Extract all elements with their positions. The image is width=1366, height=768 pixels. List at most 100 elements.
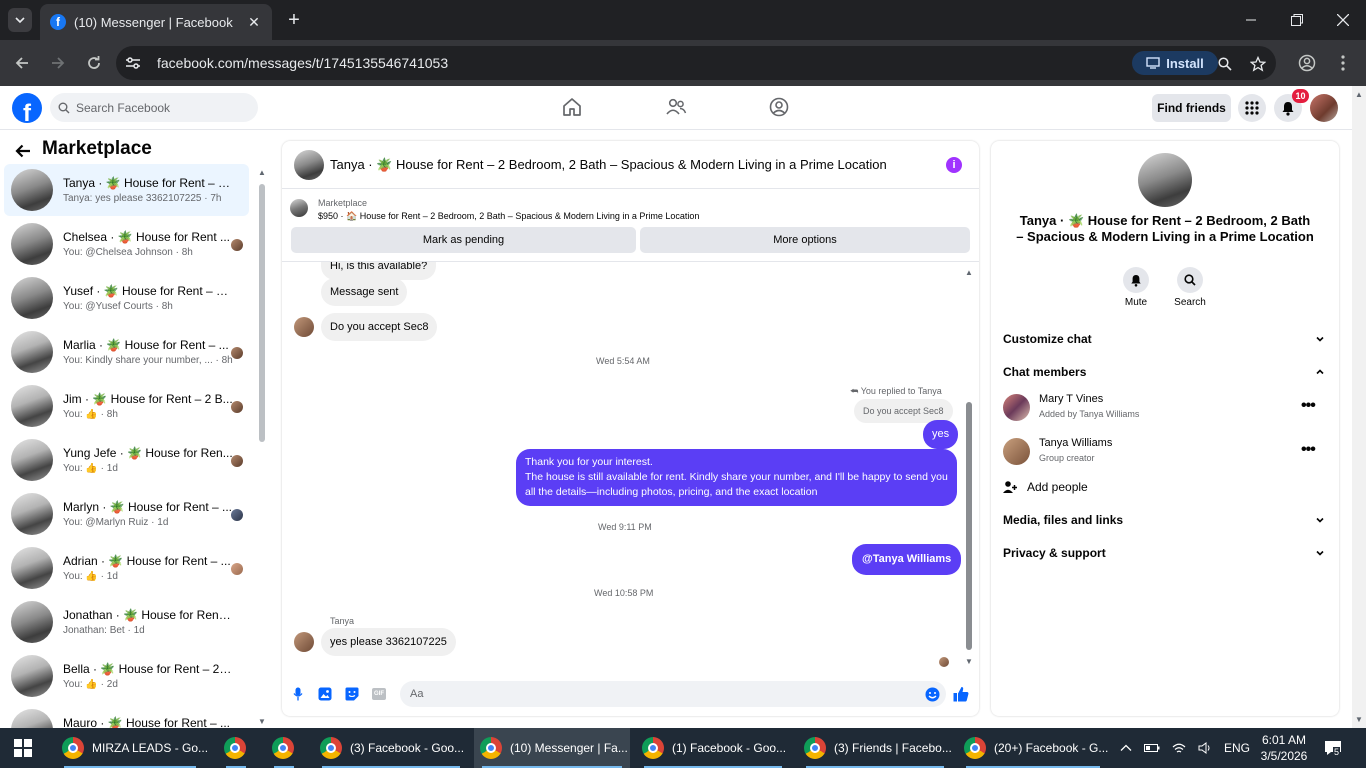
conversation-thumbnail — [11, 601, 53, 643]
conversation-item-chelsea[interactable]: Chelsea · 🪴 House for Rent ... You: @Che… — [4, 218, 249, 270]
input-language[interactable]: ENG — [1224, 741, 1250, 755]
windows-start-icon[interactable] — [14, 739, 32, 757]
message-bubble[interactable]: Do you accept Sec8 — [321, 313, 438, 341]
taskbar-item-label: (10) Messenger | Fa... — [510, 741, 628, 755]
facebook-header: f Search Facebook Find friends 10 — [0, 86, 1352, 130]
taskbar-chrome-window[interactable]: (20+) Facebook - G... — [958, 728, 1108, 768]
chat-members-label: Chat members — [1003, 365, 1087, 379]
conversation-item-bella[interactable]: Bella · 🪴 House for Rent – 2 Be... You: … — [4, 650, 249, 702]
window-close-icon[interactable] — [1320, 0, 1366, 40]
sender-avatar[interactable] — [294, 632, 314, 652]
restore-icon[interactable] — [1274, 0, 1320, 40]
chat-members-row[interactable]: Chat members — [1003, 362, 1325, 382]
mention-message-bubble[interactable]: @Tanya Williams — [852, 544, 962, 575]
taskbar-chrome-window[interactable] — [218, 728, 254, 768]
address-bar[interactable]: facebook.com/messages/t/1745135546741053… — [116, 46, 1276, 80]
chat-member-tanya[interactable]: Tanya Williams Group creator ••• — [1003, 435, 1325, 469]
conversation-list-scrollbar[interactable]: ▲ ▼ — [258, 166, 266, 726]
conversation-item-tanya[interactable]: Tanya · 🪴 House for Rent – 2 B... Tanya:… — [4, 164, 249, 216]
sticker-icon[interactable] — [344, 686, 360, 702]
zoom-search-icon[interactable] — [1216, 55, 1234, 73]
bookmark-star-icon[interactable] — [1249, 55, 1267, 73]
conversation-item-marlia[interactable]: Marlia · 🪴 House for Rent – ... You: Kin… — [4, 326, 249, 378]
conversation-item-yusef[interactable]: Yusef · 🪴 House for Rent – 2 B... You: @… — [4, 272, 249, 324]
battery-icon[interactable] — [1144, 743, 1160, 753]
chat-title[interactable]: Tanya · 🪴 House for Rent – 2 Bedroom, 2 … — [330, 157, 887, 173]
friends-icon[interactable] — [665, 96, 687, 118]
conversation-item-yung-jefe[interactable]: Yung Jefe · 🪴 House for Ren... You: 👍 · … — [4, 434, 249, 486]
conversation-item-jonathan[interactable]: Jonathan · 🪴 House for Rent – ... Jonath… — [4, 596, 249, 648]
taskbar-chrome-window[interactable]: (3) Friends | Facebo... — [798, 728, 952, 768]
message-input[interactable]: Aa — [400, 681, 946, 707]
more-options-icon[interactable]: ••• — [1301, 441, 1316, 459]
minimize-icon[interactable] — [1228, 0, 1274, 40]
clock[interactable]: 6:01 AM 3/5/2026 — [1256, 728, 1312, 768]
conversation-item-adrian[interactable]: Adrian · 🪴 House for Rent – ... You: 👍 ·… — [4, 542, 249, 594]
media-files-links-row[interactable]: Media, files and links — [1003, 510, 1325, 530]
taskbar-chrome-window[interactable]: (3) Facebook - Goo... — [314, 728, 468, 768]
back-arrow-icon[interactable] — [10, 51, 34, 75]
taskbar-chrome-window-active[interactable]: (10) Messenger | Fa... — [474, 728, 630, 768]
my-message-bubble[interactable]: Thank you for your interest. The house i… — [516, 449, 957, 506]
chat-member-mary[interactable]: Mary T Vines Added by Tanya Williams ••• — [1003, 391, 1325, 425]
profile-account-icon[interactable] — [1295, 51, 1319, 75]
thumbs-up-send-icon[interactable] — [953, 686, 969, 702]
conversation-item-marlyn[interactable]: Marlyn · 🪴 House for Rent – ... You: @Ma… — [4, 488, 249, 540]
mark-as-pending-button[interactable]: Mark as pending — [291, 227, 636, 253]
add-people-row[interactable]: Add people — [1003, 477, 1325, 497]
chat-thumbnail[interactable] — [294, 150, 324, 180]
volume-icon[interactable] — [1198, 742, 1212, 754]
listing-summary[interactable]: $950 · 🏠 House for Rent – 2 Bedroom, 2 B… — [318, 211, 699, 222]
conversation-item-mauro[interactable]: Mauro · 🪴 House for Rent – ... — [4, 704, 249, 728]
home-icon[interactable] — [561, 96, 583, 118]
emoji-icon[interactable] — [924, 686, 940, 702]
chat-scrollbar[interactable]: ▲ ▼ — [964, 268, 974, 666]
wifi-icon[interactable] — [1172, 742, 1186, 754]
conversation-info-icon[interactable]: i — [946, 157, 962, 173]
site-settings-icon[interactable] — [124, 54, 142, 72]
chat-header: Tanya · 🪴 House for Rent – 2 Bedroom, 2 … — [282, 141, 979, 189]
show-hidden-icons-chevron-icon[interactable] — [1120, 743, 1132, 753]
listing-thumbnail[interactable] — [290, 199, 308, 217]
find-friends-button[interactable]: Find friends — [1152, 94, 1231, 122]
menu-grid-icon[interactable] — [1238, 94, 1266, 122]
back-arrow-icon[interactable] — [14, 142, 32, 160]
taskbar-item-label: (3) Friends | Facebo... — [834, 741, 952, 755]
install-app-button[interactable]: Install — [1132, 51, 1218, 75]
new-tab-icon[interactable]: + — [282, 8, 306, 32]
taskbar-item-label: MIRZA LEADS - Go... — [92, 741, 209, 755]
browser-tab-messenger[interactable]: f (10) Messenger | Facebook ✕ — [40, 4, 272, 40]
conversation-name: Marlyn · 🪴 House for Rent – ... — [63, 500, 232, 514]
conversation-photo[interactable] — [1138, 153, 1192, 207]
account-avatar[interactable] — [1310, 94, 1338, 122]
chrome-icon — [964, 737, 986, 759]
facebook-logo-icon[interactable]: f — [12, 93, 42, 123]
tab-search-dropdown-icon[interactable] — [8, 8, 32, 32]
my-message-bubble[interactable]: yes — [923, 420, 959, 449]
privacy-support-row[interactable]: Privacy & support — [1003, 543, 1325, 563]
gif-icon[interactable]: GIF — [371, 686, 387, 702]
sender-avatar[interactable] — [294, 317, 314, 337]
photo-icon[interactable] — [317, 686, 333, 702]
microphone-icon[interactable] — [290, 686, 306, 702]
taskbar-chrome-window[interactable]: (1) Facebook - Goo... — [636, 728, 790, 768]
customize-chat-row[interactable]: Customize chat — [1003, 329, 1325, 349]
forward-arrow-icon[interactable] — [46, 51, 70, 75]
mute-button[interactable]: Mute — [1114, 267, 1158, 308]
tab-close-icon[interactable]: ✕ — [246, 14, 262, 30]
message-bubble[interactable]: yes please 3362107225 — [321, 628, 456, 656]
search-in-conversation-button[interactable]: Search — [1168, 267, 1212, 308]
browser-menu-icon[interactable] — [1331, 51, 1355, 75]
facebook-search-input[interactable]: Search Facebook — [50, 93, 258, 122]
conversation-name: Tanya · 🪴 House for Rent – 2 B... — [63, 176, 233, 190]
notification-center-icon[interactable]: 5 — [1324, 728, 1342, 768]
taskbar-chrome-window[interactable] — [266, 728, 302, 768]
more-options-icon[interactable]: ••• — [1301, 397, 1316, 415]
more-options-button[interactable]: More options — [640, 227, 970, 253]
taskbar-chrome-window[interactable]: MIRZA LEADS - Go... — [56, 728, 208, 768]
page-scrollbar[interactable]: ▲ ▼ — [1352, 86, 1366, 728]
profile-nav-icon[interactable] — [768, 96, 790, 118]
conversation-item-jim[interactable]: Jim · 🪴 House for Rent – 2 B... You: 👍 ·… — [4, 380, 249, 432]
reload-icon[interactable] — [82, 51, 106, 75]
message-bubble[interactable]: Message sent — [321, 278, 408, 306]
